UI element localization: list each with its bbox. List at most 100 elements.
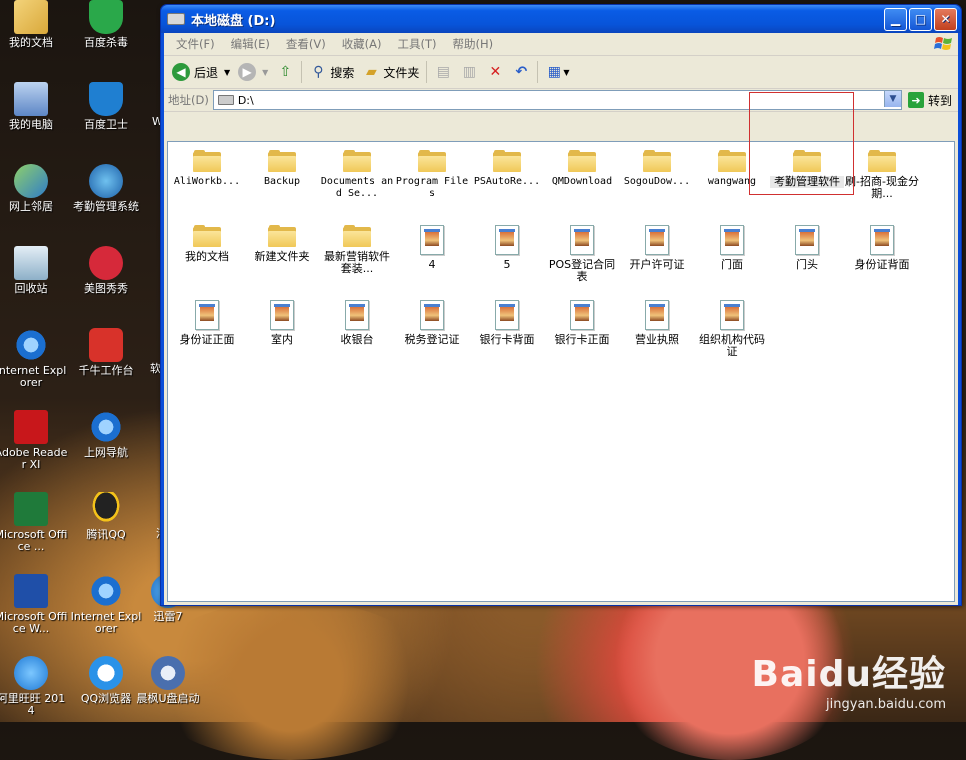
desktop-icon[interactable]: 百度卫士 — [69, 82, 143, 131]
menu-edit[interactable]: 编辑(E) — [223, 36, 278, 52]
ie-icon — [89, 410, 123, 444]
maximize-button[interactable]: □ — [909, 7, 932, 31]
menu-view[interactable]: 查看(V) — [278, 36, 334, 52]
search-button[interactable]: ⚲ 搜索 — [305, 59, 358, 85]
baidu-antivirus-icon — [89, 0, 123, 34]
menu-file[interactable]: 文件(F) — [168, 36, 223, 52]
window-title: 本地磁盘 (D:) — [191, 13, 276, 29]
move-to-icon: ▤ — [436, 64, 450, 80]
desktop-icon-label: 百度杀毒 — [84, 36, 128, 49]
desktop-icon[interactable]: 我的电脑 — [0, 82, 68, 131]
copy-to-button[interactable]: ▥ — [456, 59, 482, 85]
image-file-item[interactable]: 开户许可证 — [620, 225, 694, 271]
delete-button[interactable]: ✕ — [482, 59, 508, 85]
toolbar-divider — [301, 61, 303, 83]
desktop-icon[interactable]: 千牛工作台 — [69, 328, 143, 377]
image-file-item[interactable]: 营业执照 — [620, 300, 694, 346]
forward-dropdown-icon[interactable]: ▼ — [262, 68, 268, 77]
desktop-icon[interactable]: 晨枫U盘启动 — [131, 656, 205, 705]
image-file-item[interactable]: 组织机构代码证 — [695, 300, 769, 358]
desktop-icon-label: 上网导航 — [84, 446, 128, 459]
title-bar[interactable]: 本地磁盘 (D:) ▁ □ ✕ — [161, 5, 961, 33]
up-button[interactable]: ⇧ — [272, 59, 298, 85]
image-file-item[interactable]: 5 — [470, 225, 544, 271]
desktop-icon[interactable]: 考勤管理系统 — [69, 164, 143, 213]
desktop-icon[interactable]: Microsoft Office ... — [0, 492, 68, 553]
address-dropdown-icon[interactable]: ▼ — [883, 91, 901, 107]
folder-item[interactable]: PSAutoRe... — [470, 150, 544, 188]
desktop-icon-label: Adobe Reader XI — [0, 446, 68, 471]
image-file-icon — [720, 300, 744, 330]
desktop-icon-label: 迅雷7 — [153, 610, 183, 623]
desktop-icon[interactable]: 美图秀秀 — [69, 246, 143, 295]
file-list[interactable]: AliWorkb... Backup Documents and Se... Prog… — [167, 141, 955, 602]
image-file-icon — [195, 300, 219, 330]
image-file-item[interactable]: 门面 — [695, 225, 769, 271]
desktop-icon[interactable]: 腾讯QQ — [69, 492, 143, 541]
desktop-icon[interactable]: Adobe Reader XI — [0, 410, 68, 471]
desktop-icon[interactable]: 回收站 — [0, 246, 68, 295]
minimize-button[interactable]: ▁ — [884, 7, 907, 31]
folder-item[interactable]: 最新营销软件套装... — [320, 225, 394, 275]
file-name-label: 税务登记证 — [404, 333, 460, 346]
attendance-system-icon — [89, 164, 123, 198]
menu-tools[interactable]: 工具(T) — [390, 36, 445, 52]
folder-item[interactable]: Documents and Se... — [320, 150, 394, 200]
desktop-icon[interactable]: 我的文档 — [0, 0, 68, 49]
folder-item[interactable]: Backup — [245, 150, 319, 188]
image-file-item[interactable]: 室内 — [245, 300, 319, 346]
folder-icon — [268, 225, 296, 247]
file-name-label: 我的文档 — [185, 250, 229, 263]
desktop-icon-label: 我的电脑 — [9, 118, 53, 131]
desktop-icon[interactable]: Microsoft Office W... — [0, 574, 68, 635]
undo-button[interactable]: ↶ — [508, 59, 534, 85]
back-dropdown-icon[interactable]: ▼ — [224, 68, 230, 77]
folder-icon — [718, 150, 746, 172]
folder-item[interactable]: 新建文件夹 — [245, 225, 319, 263]
back-button[interactable]: ◀ 后退 ▼ — [168, 59, 234, 85]
folder-item[interactable]: 刷-招商-现金分期... — [845, 150, 919, 200]
back-arrow-icon: ◀ — [172, 63, 190, 81]
image-file-item[interactable]: 身份证正面 — [170, 300, 244, 346]
file-name-label: 组织机构代码证 — [699, 333, 765, 358]
delete-icon: ✕ — [489, 64, 502, 80]
menu-favorites[interactable]: 收藏(A) — [334, 36, 390, 52]
menu-help[interactable]: 帮助(H) — [445, 36, 502, 52]
watermark-sub: jingyan.baidu.com — [826, 697, 946, 712]
go-button[interactable]: ➜ 转到 — [907, 92, 952, 109]
folder-item[interactable]: AliWorkb... — [170, 150, 244, 188]
image-file-item[interactable]: POS登记合同表 — [545, 225, 619, 283]
desktop-icon[interactable]: Internet Explorer — [0, 328, 68, 389]
image-file-item[interactable]: 银行卡正面 — [545, 300, 619, 346]
image-file-item[interactable]: 门头 — [770, 225, 844, 271]
toolbar: ◀ 后退 ▼ ▶ ▼ ⇧ ⚲ 搜索 ▰ 文件夹 ▤ ▥ ✕ ↶ ▦ ▼ — [164, 56, 958, 89]
folder-icon — [193, 150, 221, 172]
image-file-item[interactable]: 银行卡背面 — [470, 300, 544, 346]
desktop-icon[interactable]: 阿里旺旺 2014 — [0, 656, 68, 717]
folder-item[interactable]: 我的文档 — [170, 225, 244, 263]
image-file-icon — [270, 300, 294, 330]
file-name-label: 新建文件夹 — [254, 250, 310, 263]
desktop-icon[interactable]: 百度杀毒 — [69, 0, 143, 49]
image-file-item[interactable]: 身份证背面 — [845, 225, 919, 271]
move-to-button[interactable]: ▤ — [430, 59, 456, 85]
file-name-label: Documents and Se... — [320, 176, 394, 199]
forward-button[interactable]: ▶ ▼ — [234, 59, 272, 85]
folder-item[interactable]: SogouDow... — [620, 150, 694, 188]
folder-item[interactable]: Program Files — [395, 150, 469, 200]
folder-icon — [343, 150, 371, 172]
folder-item[interactable]: QMDownload — [545, 150, 619, 188]
views-button[interactable]: ▦ ▼ — [541, 59, 573, 85]
file-name-label: 4 — [428, 258, 436, 271]
image-file-item[interactable]: 税务登记证 — [395, 300, 469, 346]
image-file-item[interactable]: 收银台 — [320, 300, 394, 346]
network-places-icon — [14, 164, 48, 198]
image-file-item[interactable]: 4 — [395, 225, 469, 271]
desktop-icon[interactable]: 上网导航 — [69, 410, 143, 459]
close-button[interactable]: ✕ — [934, 7, 957, 31]
file-name-label: SogouDow... — [623, 176, 691, 187]
desktop-icon[interactable]: 网上邻居 — [0, 164, 68, 213]
file-name-label: AliWorkb... — [173, 176, 241, 187]
folders-button[interactable]: ▰ 文件夹 — [358, 59, 423, 85]
folders-icon: ▰ — [365, 64, 377, 80]
